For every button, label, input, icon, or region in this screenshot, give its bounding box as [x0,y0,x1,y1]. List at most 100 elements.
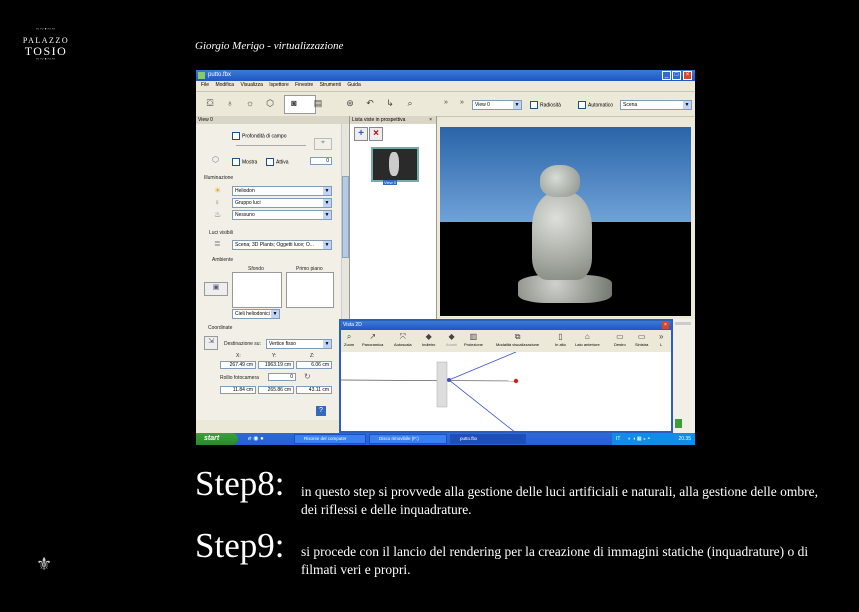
vista-2d-title: Vista 2D [343,322,362,328]
camera-target-point[interactable] [447,378,451,382]
camera-position-point[interactable] [513,378,519,384]
show-checkbox[interactable]: Mostra [232,158,257,166]
menu-finestre[interactable]: Finestre [295,82,313,88]
zoom-icon[interactable]: ⌕ [404,97,416,109]
depth-of-field-checkbox[interactable]: Profondità di campo [232,132,286,140]
menu-visualizza[interactable]: Visualizza [240,82,262,88]
language-indicator[interactable]: IT [616,433,620,445]
focus-slider[interactable] [236,145,306,146]
close-button[interactable]: × [683,71,692,80]
document-icon[interactable]: ▤ [312,97,324,109]
quick-launch-icons[interactable]: ℯ ◉ ● [248,435,264,442]
3d-viewport[interactable] [440,127,691,316]
menu-strumenti[interactable]: Strumenti [320,82,341,88]
view-combo[interactable]: View 0 ▼ [472,100,522,110]
automatic-checkbox[interactable]: Automatico [578,101,613,109]
overflow-chevron-2-icon[interactable]: » [456,97,468,109]
maximize-button[interactable]: □ [672,71,681,80]
active-value-field[interactable]: 0 [310,157,332,165]
active-label: Attiva [276,159,289,166]
orbit-icon[interactable]: ⊛ [344,97,356,109]
start-button[interactable]: start [196,433,238,445]
roll-field[interactable]: 0 [268,373,296,381]
menu-file[interactable]: File [201,82,209,88]
camera-y-field[interactable]: 265.86 cm [258,386,294,394]
add-view-button[interactable]: + [354,127,368,141]
display-mode-tool[interactable]: ⧉ Modalità visualizzazione [496,332,539,347]
top-view-tool[interactable]: ▯ In alto [555,332,566,347]
active-checkbox[interactable]: Attiva [266,158,289,166]
light-group-combo[interactable]: Gruppo luci ▼ [232,198,332,208]
window-titlebar[interactable]: putto.fbx _ □ × [196,70,695,81]
delete-view-button[interactable]: × [369,127,383,141]
overflow-chevron-icon[interactable]: » [440,97,452,109]
sky-combo[interactable]: Cieli heliodonici ▼ [232,309,280,319]
radiosity-checkbox[interactable]: Radiosità [530,101,561,109]
back-tool[interactable]: ◆ Indietro [422,332,435,347]
projection-tool[interactable]: ▥ Proiezione [464,332,483,347]
menu-ispettore[interactable]: Ispettore [269,82,288,88]
forward-tool-label: Avanti [446,342,458,347]
background-swatch[interactable] [232,272,282,308]
target-camera-icon[interactable]: ⇲ [204,336,218,350]
zoom-tool[interactable]: ⌕ Zoom [344,332,354,347]
lighting-section-title: Illuminazione [204,175,234,181]
scroll-end-icon[interactable] [675,419,682,428]
left-view-tool[interactable]: ▭ Sinistra [635,332,648,347]
camera-z-field[interactable]: 43.11 cm [296,386,332,394]
rotate-icon[interactable]: ↻ [304,372,311,381]
destination-combo[interactable]: Vertice fisso ▼ [266,339,332,349]
view-thumbnail[interactable] [371,147,419,182]
tray-icons[interactable]: ◐ ◑ ▦ ◒ ◓ [628,433,650,445]
none-value: Nessuno [235,212,255,218]
radiosity-label: Radiosità [540,102,561,109]
task-putto[interactable]: putto.fbx [450,434,526,444]
chevron-down-icon: ▼ [323,241,331,249]
viewport-right-scrollbar[interactable] [673,319,695,433]
visible-lights-combo[interactable]: Scena; 3D Plants; Oggetti luce; O... ▼ [232,240,332,250]
coordinates-title: Coordinate [208,325,233,331]
menu-modifica[interactable]: Modifica [215,82,234,88]
task-removable-disk[interactable]: Disco rimovibile (F:) [369,434,447,444]
help-icon[interactable]: ? [316,406,326,416]
task-computer[interactable]: Risorse del computer [294,434,366,444]
front-view-tool-label: Lato anteriore [575,342,600,347]
top-view-tool-label: In alto [555,342,566,347]
vista-2d-titlebar[interactable]: Vista 2D × [341,321,671,330]
paint-bucket-icon[interactable]: ⛋ [204,97,216,109]
target-y-field[interactable]: 1963.19 cm [258,361,294,369]
scene-combo[interactable]: Scena ▼ [620,100,692,110]
close-icon[interactable]: × [429,116,432,124]
camera-x-field[interactable]: 11.84 cm [220,386,256,394]
pan-tool[interactable]: ↗ Panoramica [362,332,383,347]
autoscale-tool[interactable]: ⤧ Autoscala [394,332,412,347]
target-z-field[interactable]: 6.06 cm [296,361,332,369]
foreground-swatch[interactable] [286,272,334,308]
undo-icon[interactable]: ↶ [364,97,376,109]
target-icon[interactable]: ⌖ [314,138,332,150]
front-view-tool[interactable]: ⌂ Lato anteriore [575,332,600,347]
close-icon[interactable]: × [662,322,669,329]
system-tray: IT ◐ ◑ ▦ ◒ ◓ 20.35 [612,433,695,445]
destination-value: Vertice fisso [269,341,296,347]
panel-scrollbar-thumb[interactable] [342,176,349,258]
heliodon-combo[interactable]: Heliodon ▼ [232,186,332,196]
sun-icon[interactable]: ☼ [244,97,256,109]
sky-value: Cieli heliodonici [235,311,270,317]
vista-2d-canvas[interactable] [341,352,671,433]
lightbulb-icon[interactable]: ♁ [224,97,236,109]
pan-icon[interactable]: ↳ [384,97,396,109]
minimize-button[interactable]: _ [662,71,671,80]
more-view-tool[interactable]: » L [659,332,663,347]
forward-tool[interactable]: ◆ Avanti [446,332,457,347]
scrollbar-grip[interactable] [675,322,691,325]
camera-icon[interactable]: ◙ [288,97,300,109]
target-x-field[interactable]: 267.49 cm [220,361,256,369]
cube-icon[interactable]: ⬡ [264,97,276,109]
right-view-tool[interactable]: ▭ Destro [614,332,626,347]
top-view-icon: ▯ [558,332,563,341]
camera-ray-top [448,352,517,381]
none-combo[interactable]: Nessuno ▼ [232,210,332,220]
menu-guida[interactable]: Guida [347,82,360,88]
environment-map-icon[interactable]: ▣ [204,282,228,296]
